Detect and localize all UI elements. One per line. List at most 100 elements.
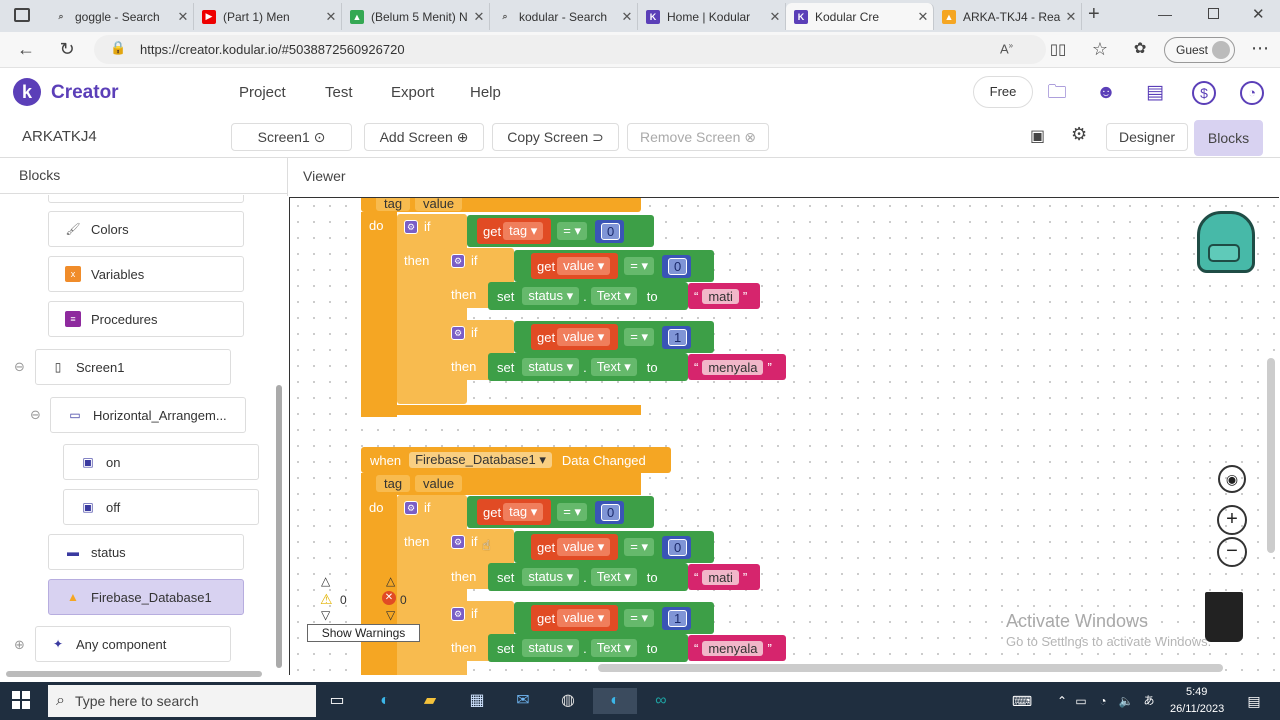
windows-start-icon[interactable] — [12, 691, 30, 709]
workspace-vertical-scrollbar[interactable] — [1267, 358, 1275, 553]
close-tab-icon[interactable]: ✕ — [1061, 9, 1081, 25]
zoom-in-icon[interactable]: + — [1217, 505, 1247, 535]
eq-dropdown[interactable]: = ▾ — [624, 609, 655, 627]
volume-icon[interactable]: 🔈 — [1116, 688, 1136, 714]
close-tab-icon[interactable]: ✕ — [617, 9, 637, 25]
set-block[interactable]: set status ▾ . Text ▾ to — [488, 634, 688, 662]
docs-icon[interactable]: ▤ — [1143, 81, 1167, 105]
workspace-horizontal-scrollbar[interactable] — [598, 664, 1223, 672]
minimize-icon[interactable]: — — [1158, 6, 1172, 22]
close-tab-icon[interactable]: ✕ — [765, 9, 785, 25]
menu-project[interactable]: Project — [239, 84, 286, 101]
compare-block[interactable]: get tag ▾ = ▾ 0 — [467, 496, 654, 528]
get-block[interactable]: get value ▾ — [531, 324, 619, 350]
tray-chevron-icon[interactable]: ⌃ — [1053, 688, 1071, 714]
browser-tab-5[interactable]: K Home | Kodular ✕ — [638, 3, 786, 30]
menu-help[interactable]: Help — [470, 84, 501, 101]
browser-tab-3[interactable]: ▲ (Belum 5 Menit) N ✕ — [342, 3, 490, 30]
lock-icon[interactable]: 🔒 — [110, 40, 126, 56]
browser-tab-2[interactable]: ▶ (Part 1) Men ✕ — [194, 3, 342, 30]
keyboard-icon[interactable]: ⌨ — [1008, 688, 1036, 714]
get-block[interactable]: get value ▾ — [531, 253, 619, 279]
mutator-gear-icon[interactable]: ⚙ — [404, 219, 418, 234]
edge-active-icon[interactable]: ◐ — [593, 688, 637, 714]
param-value[interactable]: value — [415, 198, 463, 211]
mutator-gear-icon[interactable]: ⚙ — [451, 325, 465, 340]
close-tab-icon[interactable]: ✕ — [469, 9, 489, 25]
set-block[interactable]: set status ▾ . Text ▾ to — [488, 282, 688, 310]
guest-profile-button[interactable]: Guest — [1164, 37, 1235, 63]
language-icon[interactable]: あ — [1138, 688, 1160, 714]
free-plan-button[interactable]: Free — [973, 76, 1033, 108]
get-block[interactable]: get value ▾ — [531, 534, 619, 560]
show-warnings-button[interactable]: Show Warnings — [307, 624, 420, 642]
store-icon[interactable]: ▦ — [463, 688, 491, 714]
number-block[interactable]: 0 — [662, 535, 692, 559]
screen-selector[interactable]: Screen1 ⊙ — [231, 123, 352, 151]
close-tab-icon[interactable]: ✕ — [173, 9, 193, 25]
warning-down-arrow-icon[interactable]: ▽ — [321, 608, 330, 622]
window-menu-icon[interactable] — [14, 8, 30, 22]
number-block[interactable]: 0 — [662, 254, 692, 278]
dollar-icon[interactable]: $ — [1192, 81, 1216, 105]
tree-item-procedures[interactable]: ≡ Procedures — [48, 301, 244, 337]
component-dropdown[interactable]: status ▾ — [522, 639, 580, 657]
get-block[interactable]: get tag ▾ — [477, 218, 552, 244]
arduino-icon[interactable]: ∞ — [647, 688, 675, 714]
text-block[interactable]: “ menyala ” — [688, 354, 786, 380]
warning-up-arrow-icon[interactable]: △ — [321, 574, 330, 588]
get-block[interactable]: get value ▾ — [531, 605, 619, 631]
copy-screen-button[interactable]: Copy Screen ⊃ — [492, 123, 619, 151]
compare-block[interactable]: get value ▾ = ▾ 1 — [514, 602, 714, 634]
compare-block[interactable]: get value ▾ = ▾ 1 — [514, 321, 714, 353]
error-down-arrow-icon[interactable]: ▽ — [386, 608, 395, 622]
collapse-screen-icon[interactable]: ⊖ — [14, 359, 25, 375]
tree-item-colors[interactable]: 🖌 Colors — [48, 211, 244, 247]
new-tab-icon[interactable]: + — [1088, 3, 1100, 26]
do-footer[interactable] — [361, 405, 641, 415]
mail-icon[interactable]: ✉ — [509, 688, 537, 714]
get-block[interactable]: get tag ▾ — [477, 499, 552, 525]
kodular-logo[interactable]: k — [13, 78, 41, 106]
param-tag[interactable]: tag — [376, 475, 411, 492]
component-dropdown[interactable]: status ▾ — [522, 568, 580, 586]
component-dropdown[interactable]: Firebase_Database1 ▾ — [409, 452, 552, 468]
eq-dropdown[interactable]: = ▾ — [557, 503, 588, 521]
eq-dropdown[interactable]: = ▾ — [557, 222, 588, 240]
account-icon[interactable]: ◔ — [1240, 81, 1264, 105]
property-dropdown[interactable]: Text ▾ — [590, 568, 637, 586]
favorites-icon[interactable]: ☆ — [1088, 39, 1112, 60]
text-block[interactable]: “ mati ” — [688, 283, 760, 309]
add-screen-button[interactable]: Add Screen ⊕ — [364, 123, 484, 151]
browser-tab-7[interactable]: ▲ ARKA-TKJ4 - Real ✕ — [934, 3, 1082, 30]
text-block[interactable]: “ mati ” — [688, 564, 760, 590]
obs-icon[interactable]: ◍ — [554, 688, 582, 714]
emoji-icon[interactable]: ☻ — [1094, 81, 1118, 105]
settings-icon[interactable]: ⚙ — [1071, 124, 1087, 145]
close-window-icon[interactable]: ✕ — [1252, 5, 1265, 23]
number-block[interactable]: 1 — [662, 325, 692, 349]
read-aloud-icon[interactable]: A» — [1000, 41, 1013, 56]
menu-test[interactable]: Test — [325, 84, 353, 101]
param-tag[interactable]: tag — [376, 198, 411, 211]
back-icon[interactable]: ← — [14, 39, 38, 60]
mutator-gear-icon[interactable]: ⚙ — [404, 500, 418, 515]
component-dropdown[interactable]: status ▾ — [522, 358, 580, 376]
eq-dropdown[interactable]: = ▾ — [624, 328, 655, 346]
more-options-icon[interactable]: ⋯ — [1248, 38, 1272, 59]
error-up-arrow-icon[interactable]: △ — [386, 574, 395, 588]
text-block[interactable]: “ menyala ” — [688, 635, 786, 661]
tree-item-variables[interactable]: x Variables — [48, 256, 244, 292]
set-block[interactable]: set status ▾ . Text ▾ to — [488, 563, 688, 591]
tree-horizontal-scrollbar[interactable] — [6, 671, 262, 677]
gallery-icon[interactable]: ▣ — [1030, 126, 1045, 146]
compare-block[interactable]: get value ▾ = ▾ 0 — [514, 250, 714, 282]
expand-any-component-icon[interactable]: ⊕ — [14, 637, 25, 653]
remove-screen-button[interactable]: Remove Screen ⊗ — [627, 123, 769, 151]
maximize-icon[interactable] — [1208, 8, 1219, 19]
network-icon[interactable]: ◔ — [1094, 688, 1112, 714]
collapse-arrangement-icon[interactable]: ⊖ — [30, 407, 41, 423]
browser-tab-4[interactable]: ⌕ kodular - Search ✕ — [490, 3, 638, 30]
tree-item-firebase-database[interactable]: ▲ Firebase_Database1 — [48, 579, 244, 615]
compare-block[interactable]: get tag ▾ = ▾ 0 — [467, 215, 654, 247]
